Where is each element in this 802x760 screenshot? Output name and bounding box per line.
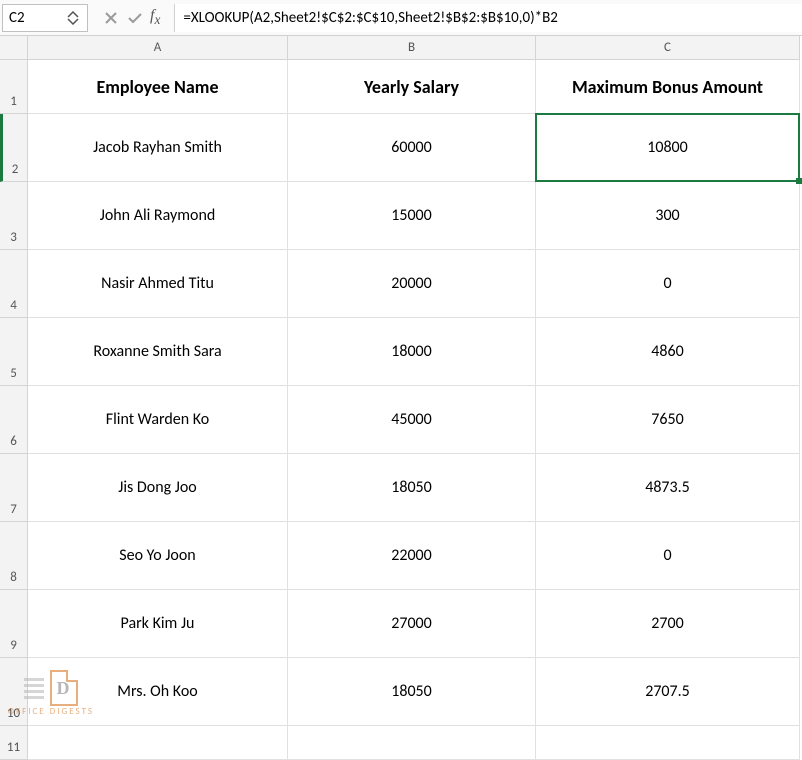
row-header[interactable]: 3 — [0, 182, 28, 250]
cell[interactable]: 15000 — [288, 182, 536, 250]
spreadsheet-grid: A B C 1 Employee Name Yearly Salary Maxi… — [0, 36, 802, 760]
cell[interactable]: John Ali Raymond — [28, 182, 288, 250]
x-icon — [104, 11, 118, 25]
row-header[interactable]: 9 — [0, 590, 28, 658]
cell[interactable]: 20000 — [288, 250, 536, 318]
cell[interactable]: Jacob Rayhan Smith — [28, 114, 288, 182]
name-box-spinner[interactable] — [67, 11, 83, 25]
col-header-b[interactable]: B — [288, 36, 536, 60]
cell[interactable]: Seo Yo Joon — [28, 522, 288, 590]
cell[interactable]: 22000 — [288, 522, 536, 590]
formula-bar-buttons: fx — [88, 7, 174, 28]
cell[interactable] — [288, 726, 536, 760]
cell[interactable]: 7650 — [536, 386, 800, 454]
check-icon — [127, 11, 143, 25]
header-cell[interactable]: Employee Name — [28, 60, 288, 114]
cell[interactable]: Roxanne Smith Sara — [28, 318, 288, 386]
cell[interactable]: 0 — [536, 522, 800, 590]
cell[interactable]: 18050 — [288, 658, 536, 726]
cell[interactable]: Flint Warden Ko — [28, 386, 288, 454]
cell[interactable]: 0 — [536, 250, 800, 318]
formula-input[interactable]: =XLOOKUP(A2,Sheet2!$C$2:$C$10,Sheet2!$B$… — [174, 4, 802, 32]
row-header[interactable]: 8 — [0, 522, 28, 590]
cell[interactable]: Nasir Ahmed Titu — [28, 250, 288, 318]
cell[interactable]: 2707.5 — [536, 658, 800, 726]
row-header[interactable]: 2 — [0, 114, 28, 182]
cell[interactable] — [536, 726, 800, 760]
enter-button[interactable] — [126, 9, 144, 27]
row-header[interactable]: 5 — [0, 318, 28, 386]
chevron-down-icon — [67, 18, 79, 25]
name-box-value: C2 — [9, 9, 25, 27]
row-header[interactable]: 6 — [0, 386, 28, 454]
cell[interactable]: 2700 — [536, 590, 800, 658]
cell[interactable]: Jis Dong Joo — [28, 454, 288, 522]
row-header[interactable]: 7 — [0, 454, 28, 522]
cell[interactable]: 4860 — [536, 318, 800, 386]
cell[interactable]: Mrs. Oh Koo — [28, 658, 288, 726]
fx-label[interactable]: fx — [150, 7, 164, 28]
row-header[interactable]: 1 — [0, 60, 28, 114]
cell[interactable] — [28, 726, 288, 760]
cell[interactable]: 4873.5 — [536, 454, 800, 522]
row-header[interactable]: 11 — [0, 726, 28, 760]
cell[interactable]: 18000 — [288, 318, 536, 386]
col-header-c[interactable]: C — [536, 36, 800, 60]
col-header-a[interactable]: A — [28, 36, 288, 60]
cell[interactable]: 60000 — [288, 114, 536, 182]
header-cell[interactable]: Maximum Bonus Amount — [536, 60, 800, 114]
cell[interactable]: Park Kim Ju — [28, 590, 288, 658]
row-header[interactable]: 4 — [0, 250, 28, 318]
name-box[interactable]: C2 — [2, 4, 88, 32]
cell[interactable]: 27000 — [288, 590, 536, 658]
selected-cell[interactable]: 10800 — [536, 114, 800, 182]
cell[interactable]: 18050 — [288, 454, 536, 522]
row-header[interactable]: 10 — [0, 658, 28, 726]
select-all-corner[interactable] — [0, 36, 28, 60]
chevron-up-icon — [67, 11, 79, 18]
header-cell[interactable]: Yearly Salary — [288, 60, 536, 114]
cell[interactable]: 300 — [536, 182, 800, 250]
cancel-button[interactable] — [102, 9, 120, 27]
cell[interactable]: 45000 — [288, 386, 536, 454]
formula-text: =XLOOKUP(A2,Sheet2!$C$2:$C$10,Sheet2!$B$… — [183, 9, 558, 27]
formula-bar: C2 fx =XLOOKUP(A2,Sheet2!$C$2:$C$10,Shee… — [0, 0, 802, 36]
